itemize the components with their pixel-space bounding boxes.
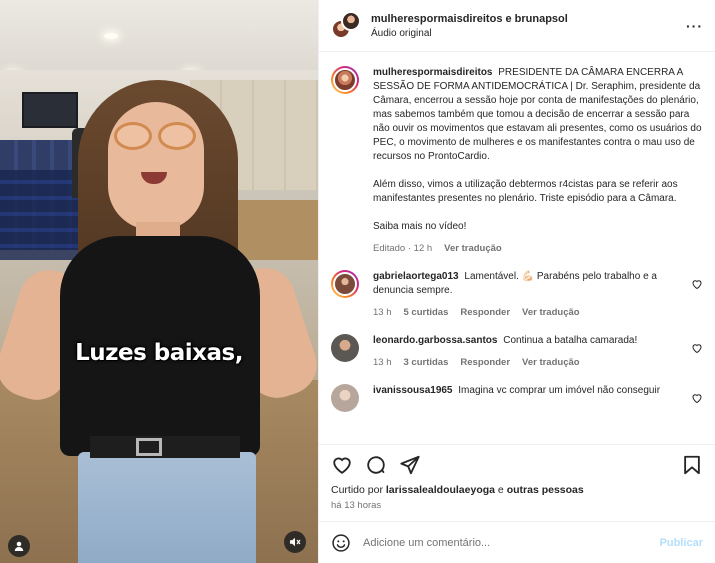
- comment-username[interactable]: gabrielaortega013: [373, 271, 459, 282]
- caption-paragraph-1: PRESIDENTE DA CÂMARA ENCERRA A SESSÃO DE…: [373, 67, 702, 162]
- speaker-belt: [90, 436, 240, 458]
- comment-likes[interactable]: 3 curtidas: [404, 356, 449, 370]
- bookmark-icon[interactable]: [681, 454, 703, 476]
- collab-usernames[interactable]: mulherespormaisdireitos e brunapsol: [371, 13, 686, 25]
- comment-translate-link[interactable]: Ver tradução: [522, 356, 580, 370]
- liked-by-user[interactable]: larissalealdoulaeyoga: [386, 484, 495, 496]
- send-icon[interactable]: [399, 454, 421, 476]
- post-side-panel: mulherespormaisdireitos e brunapsol Áudi…: [318, 0, 715, 563]
- comment-likes[interactable]: 5 curtidas: [404, 306, 449, 320]
- edited-timestamp: Editado · 12 h: [373, 243, 433, 254]
- reply-button[interactable]: Responder: [460, 306, 510, 320]
- liked-by-and: e: [495, 484, 507, 496]
- commenter-avatar[interactable]: [331, 270, 359, 298]
- user-icon[interactable]: [8, 535, 30, 557]
- comment-heart-icon[interactable]: [691, 392, 703, 404]
- comment-time[interactable]: 13 h: [373, 356, 392, 370]
- post-caption: mulherespormaisdireitos PRESIDENTE DA CÂ…: [331, 66, 703, 256]
- publish-button[interactable]: Publicar: [660, 537, 703, 549]
- liked-by-prefix: Curtido por: [331, 484, 386, 496]
- author-username[interactable]: mulherespormaisdireitos: [373, 67, 492, 78]
- speaker-jeans: [78, 452, 256, 563]
- ceiling: [0, 0, 318, 80]
- emoji-icon[interactable]: [331, 533, 351, 553]
- instagram-post-modal: Luzes baixas, mulherespormaisdireitos e …: [0, 0, 715, 563]
- commenter-avatar[interactable]: [331, 384, 359, 412]
- commenter-avatar[interactable]: [331, 334, 359, 362]
- caption-paragraph-3: Saiba mais no vídeo!: [373, 221, 467, 232]
- comment-item: gabrielaortega013 Lamentável. 💪🏻 Parabén…: [331, 270, 703, 320]
- liked-by: Curtido por larissalealdoulaeyoga e outr…: [319, 484, 715, 496]
- comment-item: leonardo.garbossa.santos Continua a bata…: [331, 334, 703, 370]
- comment-item: ivanissousa1965 Imagina vc comprar um im…: [331, 384, 703, 412]
- comments-section[interactable]: mulherespormaisdireitos PRESIDENTE DA CÂ…: [319, 52, 715, 444]
- muted-speaker-icon[interactable]: [284, 531, 306, 553]
- author-avatar[interactable]: [331, 66, 359, 94]
- comment-translate-link[interactable]: Ver tradução: [522, 306, 580, 320]
- comment-username[interactable]: ivanissousa1965: [373, 385, 453, 396]
- caption-paragraph-2: Além disso, vimos a utilização debtermos…: [373, 179, 678, 204]
- reply-button[interactable]: Responder: [460, 356, 510, 370]
- ceiling-light: [104, 33, 118, 39]
- comment-heart-icon[interactable]: [691, 342, 703, 354]
- belt-buckle: [136, 438, 162, 456]
- comment-username[interactable]: leonardo.garbossa.santos: [373, 335, 497, 346]
- audio-label[interactable]: Áudio original: [371, 28, 686, 39]
- collab-avatars[interactable]: [331, 10, 361, 41]
- comment-heart-icon[interactable]: [691, 278, 703, 290]
- wall-screen: [22, 92, 78, 128]
- post-header: mulherespormaisdireitos e brunapsol Áudi…: [319, 0, 715, 52]
- more-horizontal-icon[interactable]: ···: [686, 18, 703, 34]
- reel-video[interactable]: Luzes baixas,: [0, 0, 318, 563]
- comment-text: Imagina vc comprar um imóvel não consegu…: [458, 385, 661, 396]
- comment-time[interactable]: 13 h: [373, 306, 392, 320]
- add-comment-bar: Publicar: [319, 521, 715, 563]
- glasses: [112, 122, 200, 152]
- heart-icon[interactable]: [331, 454, 353, 476]
- comment-text: Continua a batalha camarada!: [503, 335, 638, 346]
- video-subtitle: Luzes baixas,: [75, 340, 243, 366]
- comment-icon[interactable]: [365, 454, 387, 476]
- caption-translate-link[interactable]: Ver tradução: [444, 242, 502, 256]
- comment-input[interactable]: [363, 536, 660, 549]
- liked-by-others[interactable]: outras pessoas: [507, 484, 584, 496]
- post-actions-bar: [319, 444, 715, 484]
- post-time[interactable]: há 13 horas: [319, 496, 715, 521]
